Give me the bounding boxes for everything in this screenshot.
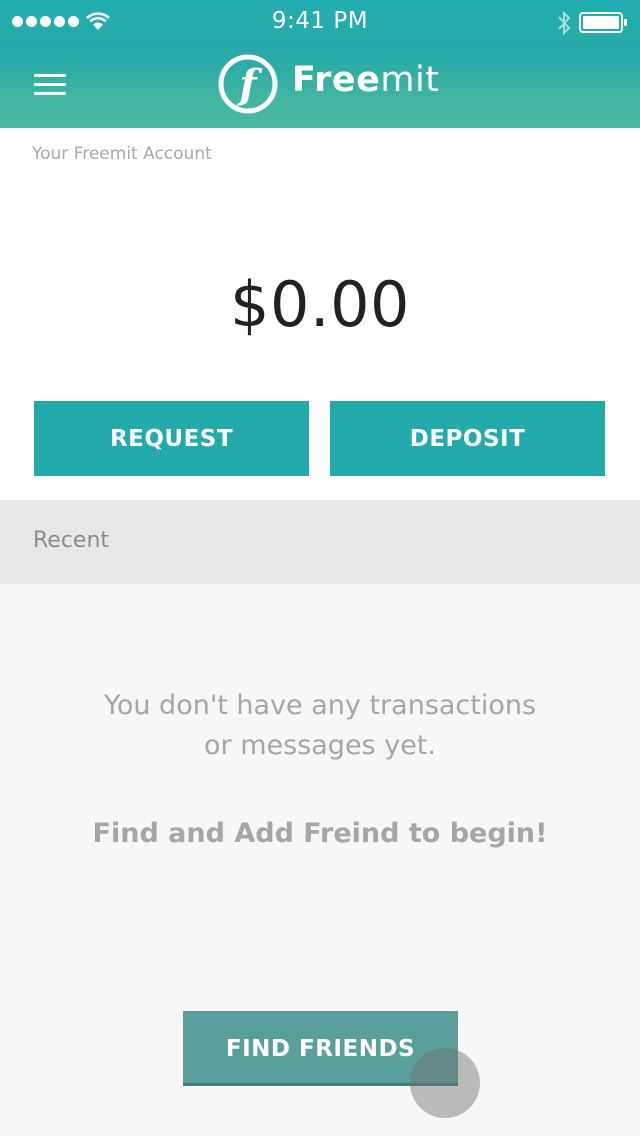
freemit-logo-icon: f	[218, 54, 278, 114]
empty-state: You don't have any transactions or messa…	[0, 584, 640, 1136]
empty-message-line-2: or messages yet.	[204, 730, 436, 761]
deposit-button[interactable]: DEPOSIT	[330, 401, 605, 476]
empty-message-line-1: You don't have any transactions	[103, 690, 537, 721]
request-button[interactable]: REQUEST	[34, 401, 309, 476]
brand-name: Freemit	[292, 60, 439, 100]
account-panel: Your Freemit Account $0.00 REQUEST DEPOS…	[0, 128, 640, 500]
status-bar: 9:41 PM	[0, 0, 640, 44]
status-time: 9:41 PM	[271, 8, 369, 34]
recent-label: Recent	[33, 528, 110, 553]
account-balance: $0.00	[230, 268, 410, 341]
app-header: 9:41 PM f Freemit	[0, 0, 640, 128]
brand-name-bold: Free	[292, 60, 381, 100]
battery-icon	[579, 12, 627, 33]
freemit-home-screen: 9:41 PM f Freemit Your Freemit Account $…	[0, 0, 640, 1136]
empty-state-message: You don't have any transactions or messa…	[60, 686, 580, 766]
bluetooth-icon	[558, 10, 571, 36]
svg-text:f: f	[236, 61, 262, 108]
account-label: Your Freemit Account	[32, 144, 212, 164]
empty-state-cta: Find and Add Freind to begin!	[92, 818, 548, 849]
brand-name-light: mit	[380, 60, 440, 100]
recent-section-header: Recent	[0, 500, 640, 584]
touch-indicator	[410, 1048, 480, 1118]
hamburger-menu-icon[interactable]	[34, 74, 66, 96]
